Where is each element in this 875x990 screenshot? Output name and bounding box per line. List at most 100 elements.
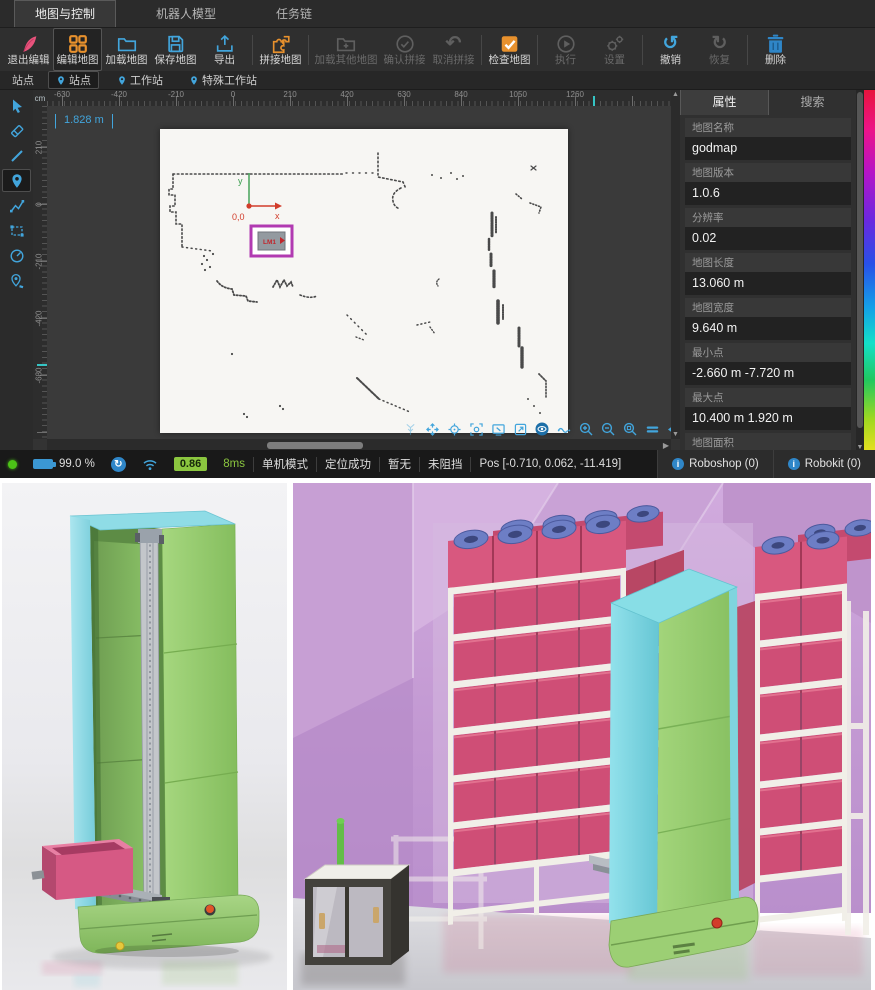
delete-button[interactable]: 删除 — [751, 28, 800, 71]
tab-task-chain[interactable]: 任务链 — [256, 1, 332, 27]
area-tool[interactable] — [2, 219, 31, 242]
block-status: 未阻挡 — [428, 456, 463, 472]
lift-carriage — [138, 529, 162, 543]
robokit-button[interactable]: iRobokit (0) — [773, 450, 875, 478]
map-editor-main: cm -630 -420 -210 0 210 420 630 840 1050… — [0, 90, 875, 452]
toolbar-separator — [642, 35, 643, 65]
info-icon: i — [672, 458, 684, 470]
draw-tool-strip — [0, 90, 33, 456]
sync-icon[interactable]: ↻ — [111, 457, 126, 472]
panel-scrollbar-thumb[interactable] — [857, 92, 863, 428]
undo-button[interactable]: ↺ 撤销 — [646, 28, 695, 71]
map-version-value[interactable]: 1.0.6 — [685, 182, 851, 205]
station-bar: 站点 站点 工作站 特殊工作站 — [0, 71, 875, 90]
info-icon: i — [788, 458, 800, 470]
curve-icon[interactable] — [557, 422, 571, 436]
advanced-point-tool[interactable] — [2, 269, 31, 292]
toolbar-separator — [252, 35, 253, 65]
field-map-width: 地图宽度 9.640 m — [685, 298, 851, 340]
horizontal-ruler: -630 -420 -210 0 210 420 630 840 1050 12… — [47, 90, 671, 107]
station-tool[interactable] — [2, 169, 31, 192]
scan-icon[interactable] — [469, 422, 483, 436]
h-tick: 1050 — [503, 90, 533, 99]
gauge-tool[interactable] — [2, 244, 31, 267]
confirm-stitch-button[interactable]: 确认拼接 — [380, 28, 429, 71]
bin-latch — [32, 870, 45, 880]
lidar-map: y x 0,0 LM1 — [160, 129, 568, 433]
max-point-value[interactable]: 10.400 m 1.920 m — [685, 407, 851, 430]
h-tick: 840 — [446, 90, 476, 99]
vertical-scrollbar[interactable]: ▲ ▼ — [671, 90, 680, 439]
tab-search[interactable]: 搜索 — [769, 90, 856, 115]
mode-status: 单机模式 — [262, 456, 308, 472]
cancel-stitch-button[interactable]: ↶ 取消拼接 — [429, 28, 478, 71]
station-marker[interactable]: LM1 — [251, 226, 292, 256]
settings-button[interactable]: 设置 — [590, 28, 639, 71]
y-axis-label: y — [238, 176, 243, 186]
horizontal-scrollbar-thumb[interactable] — [267, 442, 363, 449]
export-view-icon[interactable] — [513, 422, 527, 436]
map-canvas[interactable]: y x 0,0 LM1 1.828 m — [47, 106, 671, 439]
position-readout: Pos [-0.710, 0.062, -11.419] — [479, 458, 621, 470]
roboshop-button[interactable]: iRoboshop (0) — [657, 450, 773, 478]
tab-map-control[interactable]: 地图与控制 — [14, 0, 116, 27]
property-fields: 地图名称 godmap 地图版本 1.0.6 分辨率 0.02 地图长度 13.… — [680, 115, 856, 452]
line-tool[interactable] — [2, 144, 31, 167]
cast-icon[interactable] — [491, 422, 505, 436]
zoom-area-icon[interactable] — [623, 422, 637, 436]
field-min-point: 最小点 -2.660 m -7.720 m — [685, 343, 851, 385]
feather-icon — [18, 33, 40, 55]
load-other-map-button[interactable]: 加载其他地图 — [312, 28, 380, 71]
tote-lift-robot — [589, 569, 758, 967]
field-map-name: 地图名称 godmap — [685, 118, 851, 160]
station-prefix-label: 站点 — [12, 72, 34, 88]
scroll-down-arrow[interactable]: ▼ — [671, 431, 680, 438]
min-point-value[interactable]: -2.660 m -7.720 m — [685, 362, 851, 385]
zoom-in-icon[interactable] — [579, 422, 593, 436]
export-button[interactable]: 导出 — [200, 28, 249, 71]
resolution-value[interactable]: 0.02 — [685, 227, 851, 250]
zoom-out-icon[interactable] — [601, 422, 615, 436]
save-icon — [165, 33, 187, 55]
latency-value: 8ms — [223, 458, 245, 470]
load-map-button[interactable]: 加载地图 — [102, 28, 151, 71]
station-tab-station[interactable]: 站点 — [48, 71, 99, 89]
select-tool[interactable] — [2, 94, 31, 117]
locate-icon[interactable] — [447, 422, 461, 436]
list-icon[interactable] — [645, 422, 659, 436]
pin-icon — [189, 75, 199, 86]
check-map-button[interactable]: 检查地图 — [485, 28, 534, 71]
map-width-value[interactable]: 9.640 m — [685, 317, 851, 340]
scroll-up-arrow[interactable]: ▲ — [671, 91, 680, 98]
power-button — [116, 942, 124, 950]
v-tick: 0 — [35, 190, 44, 220]
exit-edit-button[interactable]: 退出编辑 — [4, 28, 53, 71]
field-resolution: 分辨率 0.02 — [685, 208, 851, 250]
align-center-icon[interactable] — [425, 422, 439, 436]
visibility-icon[interactable] — [535, 422, 549, 436]
edit-map-button[interactable]: 编辑地图 — [53, 28, 102, 71]
redo-button[interactable]: ↻ 恢复 — [695, 28, 744, 71]
folder-icon — [116, 33, 138, 55]
origin-label: 0,0 — [232, 212, 245, 222]
toolbar-separator — [481, 35, 482, 65]
panel-scrollbar[interactable]: ▼ — [856, 90, 864, 452]
status-bar: 99.0 % ↻ 0.86 8ms 单机模式 定位成功 暂无 未阻挡 Pos [… — [0, 450, 875, 478]
tree-icon[interactable] — [403, 422, 417, 436]
occupancy-map[interactable]: y x 0,0 LM1 — [160, 129, 568, 433]
properties-panel: 属性 搜索 地图名称 godmap 地图版本 1.0.6 分辨率 0.02 地图… — [680, 90, 856, 452]
map-name-value[interactable]: godmap — [685, 137, 851, 160]
toolbar-separator — [747, 35, 748, 65]
save-map-button[interactable]: 保存地图 — [151, 28, 200, 71]
tab-properties[interactable]: 属性 — [680, 90, 769, 115]
tab-robot-model[interactable]: 机器人模型 — [136, 1, 236, 27]
scroll-right-arrow[interactable]: ▶ — [663, 441, 669, 450]
stitch-map-button[interactable]: 拼接地图 — [256, 28, 305, 71]
station-tab-workstation[interactable]: 工作站 — [109, 71, 171, 89]
execute-button[interactable]: 执行 — [541, 28, 590, 71]
path-tool[interactable] — [2, 194, 31, 217]
eraser-tool[interactable] — [2, 119, 31, 142]
color-scale-strip — [864, 90, 875, 452]
map-length-value[interactable]: 13.060 m — [685, 272, 851, 295]
station-tab-special-workstation[interactable]: 特殊工作站 — [181, 71, 265, 89]
